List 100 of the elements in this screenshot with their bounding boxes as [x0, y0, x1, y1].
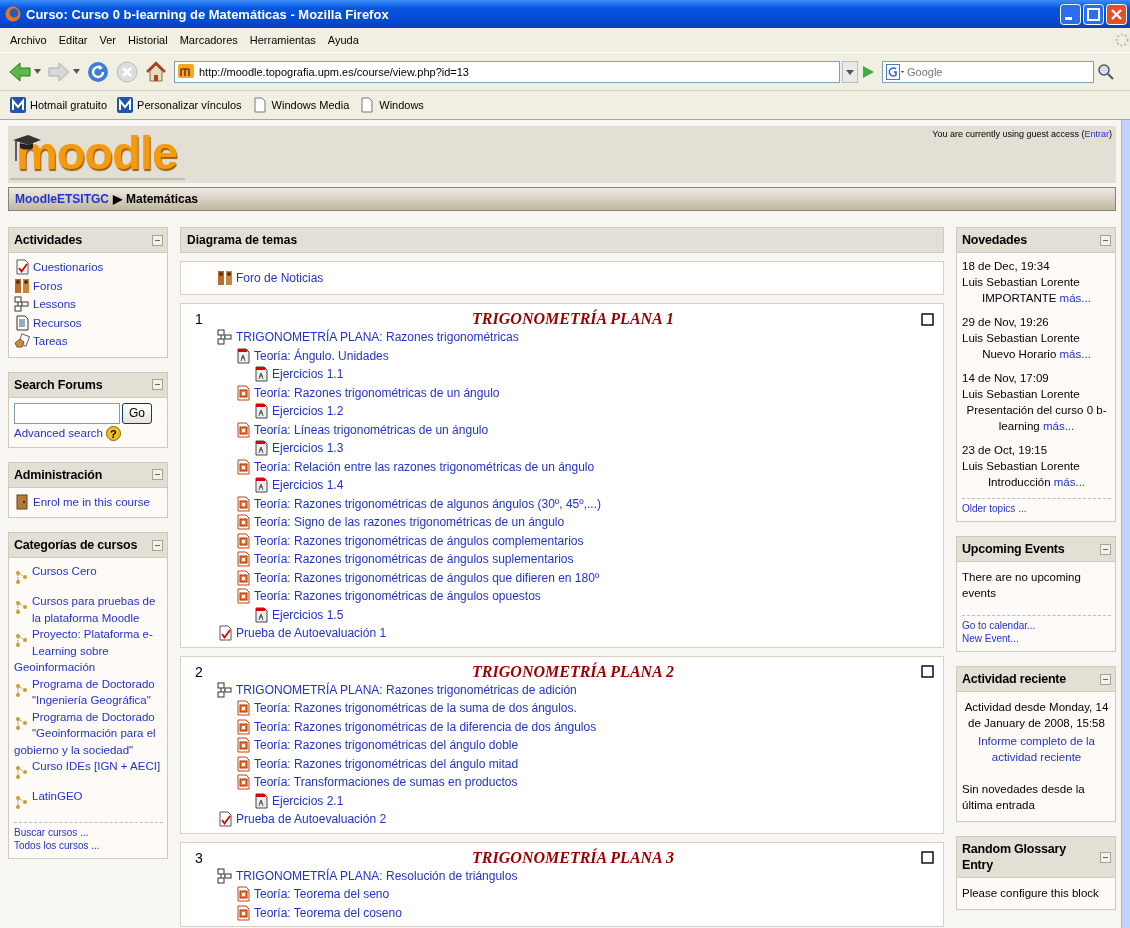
home-icon[interactable]: [144, 59, 168, 84]
category-link[interactable]: Cursos para pruebas de la plataforma Moodle: [14, 593, 163, 626]
activity-link[interactable]: TRIGONOMETRÍA PLANA: Razones trigonométricas de adición: [236, 682, 577, 697]
activity-link[interactable]: Cuestionarios: [33, 261, 104, 274]
menu-item[interactable]: Archivo: [4, 34, 53, 46]
topic-title: TRIGONOMETRÍA PLANA 1: [471, 310, 675, 328]
bookmark-link[interactable]: Windows: [379, 99, 424, 111]
scrollbar[interactable]: [1121, 120, 1130, 928]
activity-link[interactable]: Ejercicios 2.1: [272, 793, 344, 808]
breadcrumb-link[interactable]: MoodleETSITGC: [15, 192, 109, 206]
category-link[interactable]: Programa de Doctorado "Ingeniería Geográfica": [14, 675, 163, 709]
activity-link[interactable]: Ejercicios 1.1: [272, 367, 344, 382]
more-link[interactable]: más...: [1053, 476, 1086, 488]
menu-item[interactable]: Historial: [121, 34, 174, 46]
footer-link[interactable]: Go to calendar...: [962, 619, 1036, 632]
activity-link[interactable]: Teoría: Razones trigonométricas de la suma de dos ángulos.: [254, 701, 577, 716]
category-link[interactable]: Curso IDEs [IGN + AECI]: [14, 758, 163, 775]
footer-link[interactable]: Buscar cursos ...: [14, 826, 89, 839]
collapse-icon[interactable]: [152, 539, 163, 551]
dropdown-button[interactable]: [842, 60, 858, 83]
square-icon[interactable]: [921, 312, 934, 326]
menu-item[interactable]: Editar: [52, 34, 94, 46]
activity-link[interactable]: Tareas: [33, 335, 68, 348]
activity-link[interactable]: Teoría: Razones trigonométricas de la diferencia de dos ángulos: [254, 719, 597, 734]
collapse-icon[interactable]: [1100, 543, 1111, 555]
bookmark-link[interactable]: Hotmail gratuito: [30, 99, 108, 111]
activity-link[interactable]: Ejercicios 1.2: [272, 404, 344, 419]
activity-link[interactable]: Recursos: [33, 316, 82, 329]
more-link[interactable]: más...: [1059, 292, 1091, 304]
activity-link[interactable]: Teoría: Razones trigonométricas del ángulo doble: [254, 738, 519, 753]
dropdown-arrow-icon[interactable]: [34, 69, 41, 74]
activity-link[interactable]: Teoría: Razones trigonométricas de un ángulo: [254, 385, 500, 400]
activity-link[interactable]: Ejercicios 1.5: [272, 607, 344, 622]
activity-link[interactable]: Teoría: Teorema del seno: [254, 887, 390, 902]
activity-link[interactable]: Teoría: Ángulo. Unidades: [254, 348, 389, 363]
post-date: 14 de Nov, 17:09: [962, 371, 1050, 386]
collapse-icon[interactable]: [1100, 851, 1111, 863]
go-button[interactable]: Go: [122, 402, 152, 424]
activity-link[interactable]: Ejercicios 1.4: [272, 478, 344, 493]
activity-link[interactable]: TRIGONOMETRÍA PLANA: Resolución de triángulos: [236, 868, 518, 883]
activity-link[interactable]: Teoría: Teorema del coseno: [254, 905, 402, 920]
activity-link[interactable]: Teoría: Razones trigonométricas de ángulos complementarios: [254, 533, 584, 548]
maximize-button[interactable]: [1083, 3, 1104, 25]
back-arrow-icon[interactable]: [8, 59, 32, 84]
menu-item[interactable]: Ver: [93, 34, 122, 46]
activity-link[interactable]: Teoría: Razones trigonométricas del ángulo mitad: [254, 756, 519, 771]
menu-item[interactable]: Marcadores: [173, 34, 244, 46]
activity-link[interactable]: Teoría: Signo de las razones trigonométricas de un ángulo: [254, 515, 565, 530]
bookmark-link[interactable]: Windows Media: [271, 99, 350, 111]
square-icon[interactable]: [921, 851, 934, 864]
collapse-icon[interactable]: [1100, 234, 1111, 246]
activity-link[interactable]: Teoría: Razones trigonométricas de algunos ángulos (30º, 45º,...): [254, 496, 601, 511]
activity-link[interactable]: Prueba de Autoevaluación 1: [236, 626, 387, 641]
activity-link[interactable]: Teoría: Razones trigonométricas de ángulos que difieren en 180º: [254, 570, 600, 585]
more-link[interactable]: más...: [1059, 348, 1091, 360]
help-icon[interactable]: ?: [105, 425, 121, 441]
bookmark-link[interactable]: Personalizar vínculos: [137, 99, 242, 111]
activity-link[interactable]: Teoría: Relación entre las razones trigonométricas de un ángulo: [254, 459, 595, 474]
activity-link[interactable]: Lessons: [33, 298, 76, 311]
collapse-icon[interactable]: [1100, 673, 1111, 685]
address-field[interactable]: http://moodle.topografia.upm.es/course/view.php?id=13: [174, 60, 840, 83]
more-link[interactable]: más...: [1042, 420, 1075, 432]
category-link[interactable]: Proyecto: Plataforma e-Learning sobre Geoinformación: [14, 626, 163, 676]
footer-link[interactable]: Todos los cursos ...: [14, 839, 100, 852]
footer-link[interactable]: Older topics ...: [962, 502, 1027, 515]
activity-link[interactable]: TRIGONOMETRÍA PLANA: Razones trigonométricas: [236, 330, 519, 345]
activity-link[interactable]: Teoría: Transformaciones de sumas en productos: [254, 775, 518, 790]
block-title: Administración: [14, 466, 103, 483]
activity-link[interactable]: Foros: [33, 279, 63, 292]
post-date: 18 de Dec, 19:34: [962, 259, 1051, 274]
people-icon: [14, 277, 30, 294]
close-button[interactable]: [1106, 3, 1127, 25]
page-icon: [251, 97, 268, 113]
category-link[interactable]: Cursos Cero: [14, 563, 163, 580]
activity-link[interactable]: Ejercicios 1.3: [272, 441, 344, 456]
forum-link[interactable]: Foro de Noticias: [236, 271, 324, 285]
advanced-search-link[interactable]: Advanced search: [14, 427, 103, 439]
reload-icon[interactable]: [86, 59, 110, 84]
activity-link[interactable]: Enrol me in this course: [33, 495, 150, 508]
square-icon[interactable]: [921, 665, 934, 678]
login-link[interactable]: Entrar: [1084, 129, 1109, 139]
menu-item[interactable]: Ayuda: [321, 34, 365, 46]
search-field[interactable]: Google: [882, 60, 1094, 83]
search-field[interactable]: [14, 402, 120, 424]
collapse-icon[interactable]: [152, 234, 163, 246]
collapse-icon[interactable]: [152, 379, 163, 390]
category-link[interactable]: Programa de Doctorado "Geoinformación para el gobierno y la sociedad": [14, 708, 163, 758]
activity-link[interactable]: Prueba de Autoevaluación 2: [236, 812, 387, 827]
menu-item[interactable]: Herramientas: [243, 34, 322, 46]
report-link[interactable]: Informe completo de la actividad reciente: [962, 733, 1111, 765]
collapse-icon[interactable]: [152, 469, 163, 480]
activity-link[interactable]: Teoría: Razones trigonométricas de ángulos opuestos: [254, 589, 541, 604]
activity-link[interactable]: Teoría: Líneas trigonométricas de un ángulo: [254, 422, 489, 437]
dropdown-arrow-icon[interactable]: [73, 69, 80, 74]
minimize-button[interactable]: [1060, 3, 1081, 25]
footer-link[interactable]: New Event...: [962, 632, 1019, 645]
activity-link[interactable]: Teoría: Razones trigonométricas de ángulos suplementarios: [254, 552, 574, 567]
block-text: Actividad desde Monday, 14 de January de 2008, 15:58: [963, 700, 1110, 731]
search-engine-icon[interactable]: [886, 63, 904, 80]
category-link[interactable]: LatinGEO: [14, 788, 163, 805]
